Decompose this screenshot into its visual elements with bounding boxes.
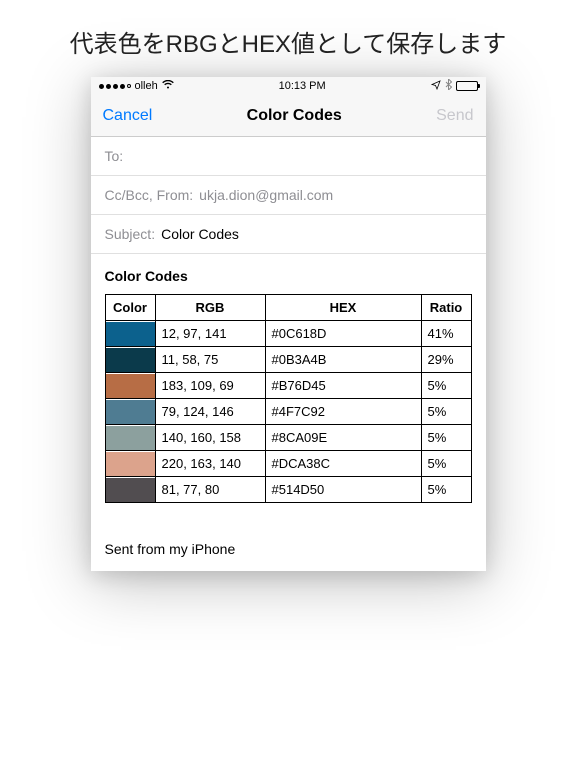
carrier-label: olleh [135,80,158,92]
col-hex: HEX [265,295,421,321]
color-swatch [106,452,155,476]
rgb-cell: 220, 163, 140 [155,451,265,477]
compose-area: To: Cc/Bcc, From: ukja.dion@gmail.com Su… [91,137,486,571]
table-row: 183, 109, 69#B76D455% [105,373,471,399]
hex-cell: #514D50 [265,477,421,503]
swatch-cell [105,399,155,425]
rgb-cell: 183, 109, 69 [155,373,265,399]
signal-dots-icon [99,84,131,89]
location-icon [431,80,441,93]
wifi-icon [162,80,174,92]
table-row: 12, 97, 141#0C618D41% [105,321,471,347]
cancel-button[interactable]: Cancel [103,107,153,125]
color-swatch [106,322,155,346]
to-field[interactable]: To: [91,137,486,176]
clock: 10:13 PM [279,80,326,92]
hex-cell: #DCA38C [265,451,421,477]
nav-title: Color Codes [247,107,342,125]
swatch-cell [105,477,155,503]
ratio-cell: 5% [421,399,471,425]
swatch-cell [105,373,155,399]
table-row: 220, 163, 140#DCA38C5% [105,451,471,477]
send-button[interactable]: Send [436,107,473,125]
rgb-cell: 12, 97, 141 [155,321,265,347]
subject-field[interactable]: Subject: Color Codes [91,215,486,254]
ratio-cell: 5% [421,373,471,399]
ratio-cell: 5% [421,477,471,503]
table-header-row: Color RGB HEX Ratio [105,295,471,321]
hex-cell: #B76D45 [265,373,421,399]
color-swatch [106,426,155,450]
rgb-cell: 81, 77, 80 [155,477,265,503]
rgb-cell: 79, 124, 146 [155,399,265,425]
color-swatch [106,478,155,502]
color-table: Color RGB HEX Ratio 12, 97, 141#0C618D41… [105,294,472,503]
hex-cell: #8CA09E [265,425,421,451]
table-row: 140, 160, 158#8CA09E5% [105,425,471,451]
hex-cell: #0C618D [265,321,421,347]
email-body[interactable]: Color Codes Color RGB HEX Ratio 12, 97, … [91,254,486,571]
swatch-cell [105,347,155,373]
signature: Sent from my iPhone [105,541,472,557]
body-heading: Color Codes [105,268,472,284]
bluetooth-icon [445,79,452,93]
hex-cell: #4F7C92 [265,399,421,425]
ratio-cell: 41% [421,321,471,347]
subject-value: Color Codes [161,226,239,242]
swatch-cell [105,321,155,347]
from-value: ukja.dion@gmail.com [199,187,333,203]
swatch-cell [105,425,155,451]
ratio-cell: 29% [421,347,471,373]
color-swatch [106,400,155,424]
rgb-cell: 11, 58, 75 [155,347,265,373]
color-swatch [106,348,155,372]
subject-label: Subject: [105,226,156,242]
col-rgb: RGB [155,295,265,321]
col-ratio: Ratio [421,295,471,321]
ccbcc-field[interactable]: Cc/Bcc, From: ukja.dion@gmail.com [91,176,486,215]
table-row: 79, 124, 146#4F7C925% [105,399,471,425]
ccbcc-label: Cc/Bcc, From: [105,187,194,203]
rgb-cell: 140, 160, 158 [155,425,265,451]
promo-caption: 代表色をRBGとHEX値として保存します [0,0,576,77]
ratio-cell: 5% [421,425,471,451]
phone-frame: olleh 10:13 PM Cancel Color Codes Send T… [91,77,486,571]
col-color: Color [105,295,155,321]
swatch-cell [105,451,155,477]
table-row: 11, 58, 75#0B3A4B29% [105,347,471,373]
battery-icon [456,81,478,91]
to-label: To: [105,148,124,164]
nav-bar: Cancel Color Codes Send [91,95,486,137]
status-bar: olleh 10:13 PM [91,77,486,95]
hex-cell: #0B3A4B [265,347,421,373]
table-row: 81, 77, 80#514D505% [105,477,471,503]
ratio-cell: 5% [421,451,471,477]
color-swatch [106,374,155,398]
